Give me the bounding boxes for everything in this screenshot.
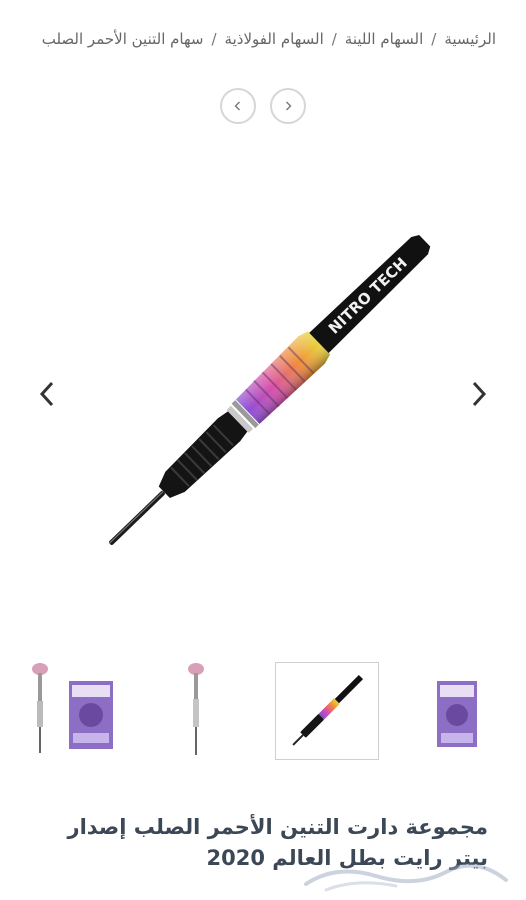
- breadcrumb: الرئيسية / السهام اللينة / السهام الفولاذية /…: [26, 28, 496, 50]
- thumbnail-image: [437, 681, 477, 747]
- breadcrumb-item-steel-darts[interactable]: السهام الفولاذية: [225, 30, 324, 48]
- chevron-left-icon: [39, 381, 54, 407]
- chevron-right-icon: [472, 381, 487, 407]
- watermark-logo: [304, 863, 508, 892]
- breadcrumb-item-current: سهام التنين الأحمر الصلب: [41, 30, 204, 48]
- gallery-next-button[interactable]: [465, 378, 493, 410]
- next-product-button[interactable]: [270, 88, 306, 124]
- dart-image: NITRO TECH: [108, 235, 431, 545]
- breadcrumb-item-home[interactable]: الرئيسية: [444, 30, 496, 48]
- thumbnail-packaging-1[interactable]: [14, 662, 116, 758]
- breadcrumb-item-soft-darts[interactable]: السهام اللينة: [345, 30, 423, 48]
- gallery-previous-button[interactable]: [33, 378, 61, 410]
- previous-product-button[interactable]: [220, 88, 256, 124]
- product-pager: [220, 88, 306, 124]
- breadcrumb-separator: /: [211, 30, 217, 48]
- thumbnail-dart-diagonal[interactable]: [275, 662, 379, 760]
- breadcrumb-separator: /: [331, 30, 337, 48]
- dart-brand-logo: NITRO TECH: [325, 254, 411, 338]
- thumbnail-packaging-2[interactable]: [406, 662, 508, 758]
- thumbnail-image: [32, 663, 113, 753]
- thumbnail-dart-upright[interactable]: [145, 662, 247, 758]
- chevron-left-icon: [234, 101, 240, 111]
- thumbnail-image: [188, 663, 204, 755]
- chevron-right-icon: [286, 101, 292, 111]
- breadcrumb-separator: /: [431, 30, 437, 48]
- product-main-image[interactable]: NITRO TECH: [95, 225, 435, 565]
- thumbnail-image: [292, 674, 364, 746]
